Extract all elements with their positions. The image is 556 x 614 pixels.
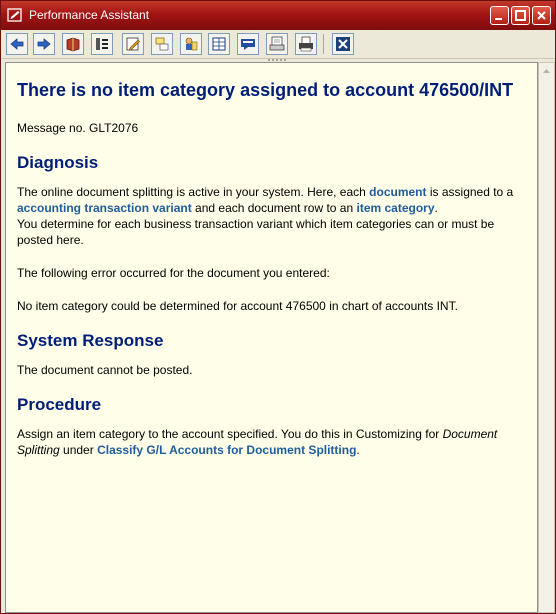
minimize-icon: [495, 18, 502, 20]
print-button[interactable]: [295, 33, 317, 55]
diagnosis-paragraph: The online document splitting is active …: [17, 184, 527, 216]
diagnosis-text: The online document splitting is active …: [17, 185, 370, 199]
close-window-icon: [537, 11, 546, 20]
split-view-icon: [155, 37, 169, 51]
page-title: There is no item category assigned to ac…: [17, 80, 514, 100]
diagnosis-text: and each document row to an: [191, 201, 357, 215]
toolbar-separator: [323, 34, 324, 54]
diagnosis-heading: Diagnosis: [17, 153, 99, 172]
window-app-icon: [7, 7, 23, 23]
users-button[interactable]: [180, 33, 202, 55]
forward-button[interactable]: [33, 33, 55, 55]
procedure-paragraph: Assign an item category to the account s…: [17, 426, 527, 458]
minimize-button[interactable]: [490, 6, 509, 25]
message-number: Message no. GLT2076: [17, 121, 139, 135]
edit-button[interactable]: [122, 33, 144, 55]
window-title: Performance Assistant: [29, 8, 150, 22]
classify-gl-accounts-link[interactable]: Classify G/L Accounts for Document Split…: [97, 443, 356, 457]
procedure-heading: Procedure: [17, 395, 102, 414]
help-document: There is no item category assigned to ac…: [17, 79, 527, 475]
procedure-text: Assign an item category to the account s…: [17, 427, 443, 441]
maximize-button[interactable]: [511, 6, 530, 25]
back-button[interactable]: [6, 33, 28, 55]
vertical-scrollbar[interactable]: [538, 62, 555, 613]
print-preview-button[interactable]: [266, 33, 288, 55]
close-window-button[interactable]: [532, 6, 551, 25]
book-button[interactable]: [62, 33, 84, 55]
title-bar[interactable]: Performance Assistant: [1, 1, 555, 30]
scroll-up-icon[interactable]: [539, 63, 554, 79]
diagnosis-text: .: [434, 201, 438, 215]
back-icon: [10, 38, 24, 50]
diagnosis-paragraph-4: No item category could be determined for…: [17, 299, 458, 313]
technical-info-button[interactable]: [91, 33, 113, 55]
item-category-link[interactable]: item category: [356, 201, 434, 215]
maximize-icon: [515, 10, 526, 21]
diagnosis-paragraph-3: The following error occurred for the doc…: [17, 266, 330, 280]
users-icon: [185, 37, 198, 51]
toolbar: [1, 30, 555, 59]
forward-icon: [37, 38, 51, 50]
close-icon: [336, 37, 350, 51]
print-icon: [299, 36, 313, 52]
print-preview-icon: [269, 36, 285, 51]
procedure-text: under: [59, 443, 98, 457]
performance-assistant-window: Performance Assistant There is no item c…: [0, 0, 556, 614]
book-icon: [66, 37, 80, 52]
system-response-paragraph: The document cannot be posted.: [17, 363, 193, 377]
system-response-heading: System Response: [17, 331, 164, 350]
procedure-text: .: [356, 443, 360, 457]
diagnosis-text: is assigned to a: [426, 185, 514, 199]
help-content-pane: There is no item category assigned to ac…: [5, 62, 538, 613]
table-icon: [212, 37, 226, 51]
technical-info-icon: [96, 38, 108, 50]
table-button[interactable]: [208, 33, 230, 55]
accounting-transaction-variant-link[interactable]: accounting transaction variant: [17, 201, 192, 215]
chat-icon: [241, 39, 255, 50]
diagnosis-paragraph-2: You determine for each business transact…: [17, 217, 495, 247]
document-link[interactable]: document: [369, 185, 426, 199]
edit-icon: [126, 37, 140, 51]
close-help-button[interactable]: [332, 33, 354, 55]
chat-button[interactable]: [237, 33, 259, 55]
split-view-button[interactable]: [151, 33, 173, 55]
